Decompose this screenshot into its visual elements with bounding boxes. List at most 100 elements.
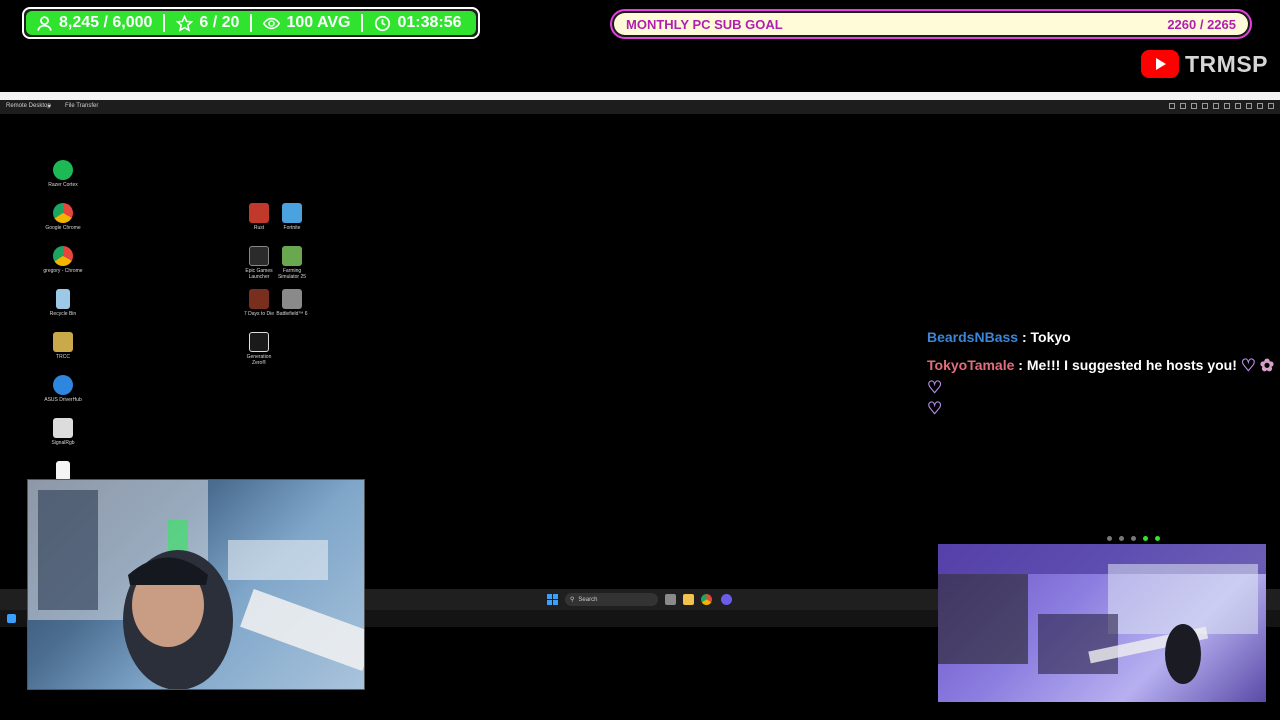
viewers-value: 100 AVG	[286, 14, 351, 31]
chat-text: Tokyo	[1030, 329, 1071, 345]
tab-remote-desktop[interactable]: Remote Desktop	[6, 103, 51, 109]
stars-value: 6 / 20	[199, 14, 240, 31]
viewers-stat: 100 AVG	[263, 14, 350, 32]
display-icon[interactable]	[1180, 103, 1186, 109]
icon-label: Generation Zero®	[246, 354, 272, 366]
icon-label: gregory - Chrome	[43, 268, 83, 274]
file-explorer-icon[interactable]	[683, 594, 694, 605]
camera-controls	[1107, 533, 1192, 543]
icon-label: Fortnite	[283, 225, 301, 231]
chat-overlay: BeardsNBass : Tokyo TokyoTamale : Me!!! …	[927, 327, 1280, 427]
desktop-icon-trcc[interactable]: TRCC	[43, 332, 83, 360]
sub-goal-bar: MONTHLY PC SUB GOAL 2260 / 2265	[610, 9, 1252, 39]
channel-name: TRMSP	[1185, 50, 1268, 77]
desktop-icon-google-chrome[interactable]: Google Chrome	[43, 203, 83, 231]
rust-icon	[249, 203, 269, 223]
flower-emote-icon: ✿	[1259, 356, 1275, 376]
icon-label: Recycle Bin	[49, 311, 77, 317]
search-label: Search	[578, 596, 598, 603]
webcam-scene	[28, 480, 364, 689]
tab-file-transfer[interactable]: File Transfer	[65, 103, 98, 109]
room-webcam	[938, 544, 1266, 702]
minimize-icon[interactable]	[1246, 103, 1252, 109]
chat-message: TokyoTamale : Me!!! I suggested he hosts…	[927, 355, 1280, 419]
icon-label: TRCC	[56, 354, 70, 360]
host-start-icon[interactable]	[7, 614, 16, 623]
task-view-icon[interactable]	[665, 594, 676, 605]
trcc-icon	[53, 332, 73, 352]
stream-stats-bar: 8,245 / 6,000 6 / 20 100 AVG 01:38:56	[22, 7, 480, 39]
app-taskbar-icon[interactable]	[721, 594, 732, 605]
farming-simulator-icon	[282, 246, 302, 266]
desktop-icon-farming-sim[interactable]: Farming Simulator 25	[272, 246, 312, 280]
control-dot-icon[interactable]	[1119, 535, 1124, 541]
heart-emote-icon: ♡	[927, 398, 943, 418]
record-icon[interactable]	[1235, 103, 1241, 109]
desktop-icon-battlefield[interactable]: Battlefield™ 6	[272, 289, 312, 317]
desktop-icon-document[interactable]	[43, 461, 83, 481]
signalrgb-icon	[53, 418, 73, 438]
divider	[361, 14, 364, 32]
desktop-icon-asus-driverhub[interactable]: ASUS DriverHub	[43, 375, 83, 403]
followers-stat: 8,245 / 6,000	[36, 14, 152, 32]
chat-text: Me!!! I suggested he hosts you!	[1026, 357, 1237, 373]
close-icon[interactable]	[1268, 103, 1274, 109]
epic-games-icon	[249, 246, 269, 266]
remote-window-titlebar	[0, 92, 1280, 100]
fortnite-icon	[282, 203, 302, 223]
taskbar-search[interactable]: ⚲ Search	[565, 593, 658, 606]
clock-icon	[375, 15, 391, 31]
keyboard-icon[interactable]	[1213, 103, 1219, 109]
star-icon	[176, 14, 194, 32]
chat-separator: :	[1018, 329, 1031, 345]
lock-icon[interactable]	[1202, 103, 1208, 109]
chat-separator: :	[1014, 357, 1027, 373]
windows-start-icon[interactable]	[547, 594, 558, 605]
chat-username: TokyoTamale	[927, 357, 1015, 373]
generation-zero-icon	[249, 332, 269, 352]
search-icon: ⚲	[570, 597, 575, 603]
icon-label: SignalRgb	[51, 440, 75, 446]
streamer-webcam	[27, 479, 365, 690]
maximize-icon[interactable]	[1257, 103, 1263, 109]
sub-goal-label: MONTHLY PC SUB GOAL	[626, 16, 783, 32]
desktop-icon-fortnite[interactable]: Fortnite	[272, 203, 312, 231]
play-icon	[1141, 50, 1179, 78]
icon-label: Farming Simulator 25	[277, 268, 307, 280]
divider	[250, 14, 253, 32]
youtube-logo: TRMSP	[1141, 50, 1268, 78]
icon-label: ASUS DriverHub	[44, 397, 82, 403]
icon-label: Battlefield™ 6	[276, 311, 308, 317]
icon-label: Razer Cortex	[48, 182, 78, 188]
chevron-down-icon[interactable]: ▾	[48, 103, 51, 110]
chat-icon[interactable]	[1224, 103, 1230, 109]
control-dot-icon[interactable]	[1143, 535, 1148, 541]
chat-username: BeardsNBass	[927, 329, 1019, 345]
edit-icon[interactable]	[1191, 103, 1197, 109]
battlefield-icon	[282, 289, 302, 309]
icon-label: Google Chrome	[45, 225, 81, 231]
divider	[163, 14, 166, 32]
user-icon	[37, 15, 52, 31]
chrome-taskbar-icon[interactable]	[701, 594, 712, 605]
uptime-value: 01:38:56	[397, 14, 462, 31]
followers-value: 8,245 / 6,000	[59, 14, 153, 31]
chrome-icon	[53, 203, 73, 223]
heart-emote-icon: ♡	[1240, 356, 1257, 376]
desktop-icon-recycle-bin[interactable]: Recycle Bin	[43, 289, 83, 317]
desktop-icon-gregory-chrome[interactable]: gregory - Chrome	[43, 246, 83, 274]
settings-icon[interactable]	[1169, 103, 1175, 109]
razer-cortex-icon	[53, 160, 73, 180]
room-scene	[938, 544, 1266, 684]
control-dot-icon[interactable]	[1155, 535, 1160, 541]
file-icon	[56, 461, 70, 481]
recycle-bin-icon	[56, 289, 70, 309]
control-dot-icon[interactable]	[1131, 535, 1136, 541]
toolbar-icons	[1169, 103, 1274, 109]
sub-goal-value: 2260 / 2265	[1167, 16, 1236, 32]
control-dot-icon[interactable]	[1107, 535, 1112, 541]
chrome-profile-icon	[53, 246, 73, 266]
desktop-icon-razer-cortex[interactable]: Razer Cortex	[43, 160, 83, 188]
desktop-icon-signalrgb[interactable]: SignalRgb	[43, 418, 83, 446]
desktop-icon-generation-zero[interactable]: Generation Zero®	[239, 332, 279, 366]
